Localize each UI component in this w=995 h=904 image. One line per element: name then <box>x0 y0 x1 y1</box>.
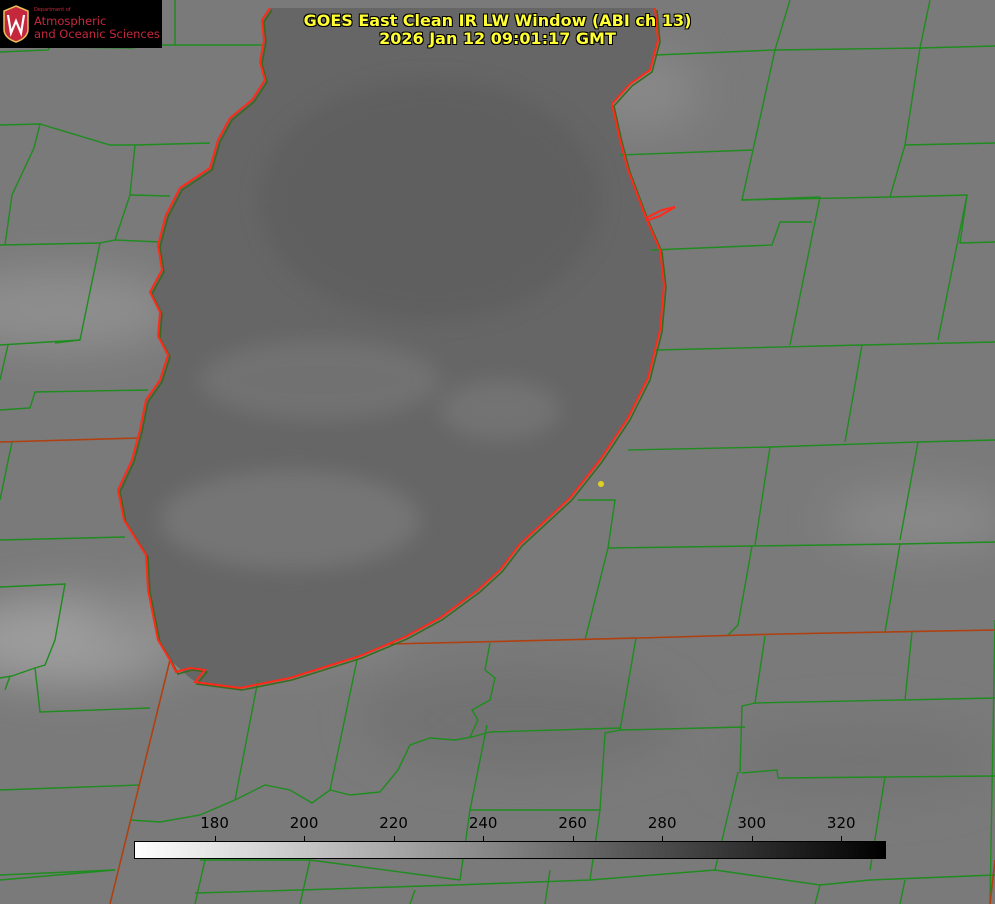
location-marker <box>598 481 604 487</box>
image-title: GOES East Clean IR LW Window (ABI ch 13) <box>303 11 692 30</box>
satellite-map <box>0 0 995 904</box>
temperature-colorbar <box>134 841 886 859</box>
image-timestamp: 2026 Jan 12 09:01:17 GMT <box>379 29 616 48</box>
